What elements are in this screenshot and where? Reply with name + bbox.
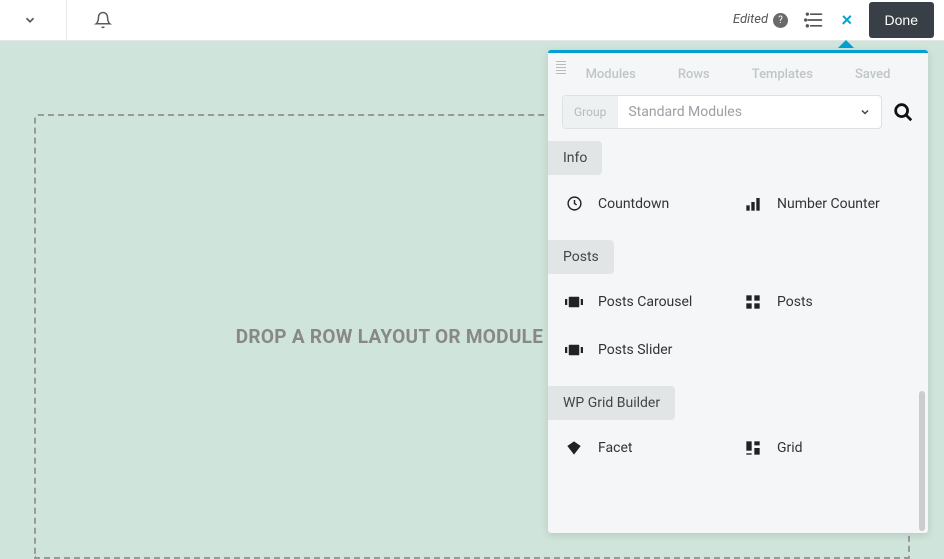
diamond-icon (564, 440, 584, 456)
slider-icon (564, 343, 584, 357)
search-icon[interactable] (892, 101, 914, 123)
scrollbar[interactable] (919, 391, 925, 531)
section-posts: Posts (548, 240, 614, 274)
carousel-icon (564, 295, 584, 309)
outline-icon[interactable] (804, 10, 824, 30)
module-countdown[interactable]: Countdown (564, 195, 733, 212)
module-filter-select[interactable]: Standard Modules (618, 104, 881, 120)
module-number-counter[interactable]: Number Counter (743, 195, 912, 212)
drag-handle-icon[interactable] (556, 61, 566, 74)
add-toggle[interactable]: + (840, 8, 852, 33)
edited-status: Edited? (733, 12, 788, 27)
tab-saved[interactable]: Saved (855, 67, 890, 82)
section-wp-grid-builder: WP Grid Builder (548, 386, 675, 420)
module-posts-slider[interactable]: Posts Slider (564, 342, 733, 358)
grid-icon (743, 294, 763, 310)
bell-icon[interactable] (94, 11, 112, 29)
title-dropdown-icon[interactable] (23, 13, 37, 27)
clock-icon (564, 195, 584, 212)
help-icon[interactable]: ? (773, 13, 788, 28)
group-toggle[interactable]: Group (563, 96, 618, 128)
module-posts[interactable]: Posts (743, 294, 912, 310)
tab-templates[interactable]: Templates (752, 67, 813, 82)
section-info: Info (548, 141, 602, 175)
chevron-down-icon (859, 106, 871, 118)
tab-rows[interactable]: Rows (678, 67, 710, 82)
grid3-icon (743, 440, 763, 456)
module-posts-carousel[interactable]: Posts Carousel (564, 294, 733, 310)
tab-modules[interactable]: Modules (586, 67, 636, 82)
module-facet[interactable]: Facet (564, 440, 733, 456)
bars-icon (743, 196, 763, 212)
content-panel: Modules Rows Templates Saved Group Stand… (548, 50, 928, 533)
module-grid[interactable]: Grid (743, 440, 912, 456)
done-button[interactable]: Done (869, 2, 934, 38)
close-panel-icon[interactable]: + (833, 7, 860, 34)
